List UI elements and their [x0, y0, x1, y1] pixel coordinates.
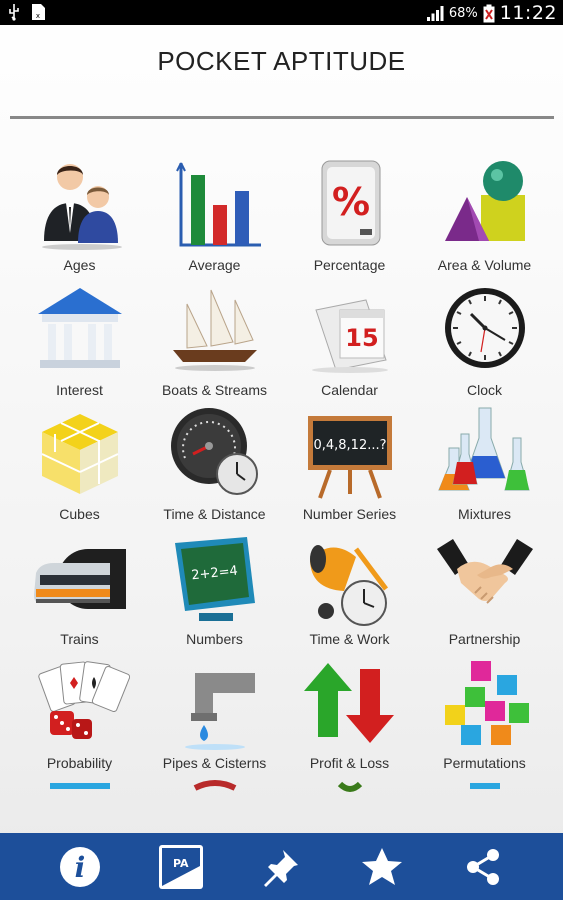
- topic-label: Probability: [46, 755, 113, 771]
- topic-interest[interactable]: Interest: [12, 275, 147, 400]
- topic-partial[interactable]: [282, 773, 417, 799]
- info-icon: i: [60, 846, 101, 887]
- topic-average[interactable]: Average: [147, 150, 282, 275]
- percentage-icon: %: [300, 155, 400, 255]
- cards-dice-icon: [30, 653, 130, 753]
- topic-label: Numbers: [186, 630, 243, 647]
- status-bar: x 68% 11:22: [0, 0, 563, 25]
- topic-time-distance[interactable]: Time & Distance: [147, 399, 282, 524]
- topic-partial[interactable]: [147, 773, 282, 799]
- topic-label: Area & Volume: [437, 257, 532, 273]
- pin-icon: [264, 849, 299, 887]
- pipe-icon: [165, 653, 265, 753]
- share-button[interactable]: [453, 837, 513, 897]
- topic-label: Clock: [466, 381, 502, 398]
- partial-icon: [300, 778, 400, 799]
- pa-glyph: PA: [173, 857, 189, 870]
- topic-clock[interactable]: Clock: [417, 275, 552, 400]
- topic-label: Interest: [56, 381, 103, 398]
- cube-icon: [30, 404, 130, 504]
- boat-icon: [165, 280, 265, 380]
- topic-label: Partnership: [448, 630, 521, 647]
- topic-label: Boats & Streams: [161, 381, 268, 398]
- pa-logo-icon: PA: [158, 844, 203, 889]
- topic-label: Profit & Loss: [309, 755, 390, 771]
- topic-label: Trains: [60, 630, 99, 647]
- partial-icon: [165, 778, 265, 799]
- pin-button[interactable]: [251, 837, 311, 897]
- signal-icon: [426, 4, 444, 22]
- topic-label: Mixtures: [458, 506, 511, 522]
- topic-label: Permutations: [443, 755, 526, 771]
- topic-label: Average: [188, 257, 241, 273]
- topic-boats-streams[interactable]: Boats & Streams: [147, 275, 282, 400]
- topic-profit-loss[interactable]: Profit & Loss: [282, 648, 417, 773]
- topic-partial[interactable]: [417, 773, 552, 799]
- calendar-icon: 15: [300, 280, 400, 380]
- topic-mixtures[interactable]: Mixtures: [417, 399, 552, 524]
- topic-label: Cubes: [59, 506, 100, 522]
- topic-numbers[interactable]: 2+2=4 Numbers: [147, 524, 282, 649]
- shapes-icon: [435, 155, 535, 255]
- flasks-icon: [435, 404, 535, 504]
- topic-label: Ages: [63, 257, 96, 273]
- topic-trains[interactable]: Trains: [12, 524, 147, 649]
- calendar-day: 15: [345, 324, 378, 352]
- info-glyph: i: [75, 851, 86, 884]
- topic-pipes-cisterns[interactable]: Pipes & Cisterns: [147, 648, 282, 773]
- topic-label: Time & Work: [309, 630, 390, 647]
- handshake-icon: [435, 529, 535, 629]
- topic-cubes[interactable]: Cubes: [12, 399, 147, 524]
- cement-mixer-icon: [300, 529, 400, 629]
- topic-label: Number Series: [302, 506, 397, 522]
- info-button[interactable]: i: [50, 837, 110, 897]
- topic-probability[interactable]: Probability: [12, 648, 147, 773]
- monitor-icon: 2+2=4: [165, 529, 265, 629]
- topic-partnership[interactable]: Partnership: [417, 524, 552, 649]
- partial-icon: [30, 778, 130, 799]
- bank-icon: [30, 280, 130, 380]
- topic-number-series[interactable]: 0,4,8,12...? Number Series: [282, 399, 417, 524]
- star-icon: [362, 847, 403, 885]
- svg-text:x: x: [36, 12, 40, 20]
- topics-grid: Ages Average % Percentage Area & Volume …: [12, 150, 552, 798]
- pa-logo-button[interactable]: PA: [151, 837, 211, 897]
- bottom-nav-bar: i PA: [0, 833, 563, 900]
- battery-icon: [483, 4, 495, 23]
- topic-time-work[interactable]: Time & Work: [282, 524, 417, 649]
- bar-chart-icon: [165, 155, 265, 255]
- status-time: 11:22: [499, 2, 557, 24]
- title-divider: [10, 116, 554, 119]
- sim-icon: x: [30, 3, 46, 21]
- partial-icon: [435, 778, 535, 799]
- blocks-icon: [435, 653, 535, 753]
- topic-ages[interactable]: Ages: [12, 150, 147, 275]
- clock-icon: [435, 280, 535, 380]
- topic-partial[interactable]: [12, 773, 147, 799]
- usb-icon: [8, 3, 20, 21]
- topic-label: Calendar: [321, 381, 378, 398]
- topic-calendar[interactable]: 15 Calendar: [282, 275, 417, 400]
- arrows-icon: [300, 653, 400, 753]
- star-button[interactable]: [352, 837, 412, 897]
- series-text: 0,4,8,12...?: [313, 438, 386, 453]
- train-icon: [30, 529, 130, 629]
- topic-label: Pipes & Cisterns: [162, 755, 267, 771]
- speedometer-icon: [165, 404, 265, 504]
- percentage-glyph: %: [331, 180, 369, 224]
- topic-percentage[interactable]: % Percentage: [282, 150, 417, 275]
- topic-permutations[interactable]: Permutations: [417, 648, 552, 773]
- topic-label: Time & Distance: [163, 506, 266, 522]
- share-icon: [466, 848, 499, 885]
- people-icon: [30, 155, 130, 255]
- topic-label: Percentage: [313, 257, 386, 273]
- page-title: POCKET APTITUDE: [157, 46, 406, 76]
- blackboard-icon: 0,4,8,12...?: [300, 404, 400, 504]
- battery-percent: 68%: [448, 5, 478, 21]
- topic-area-volume[interactable]: Area & Volume: [417, 150, 552, 275]
